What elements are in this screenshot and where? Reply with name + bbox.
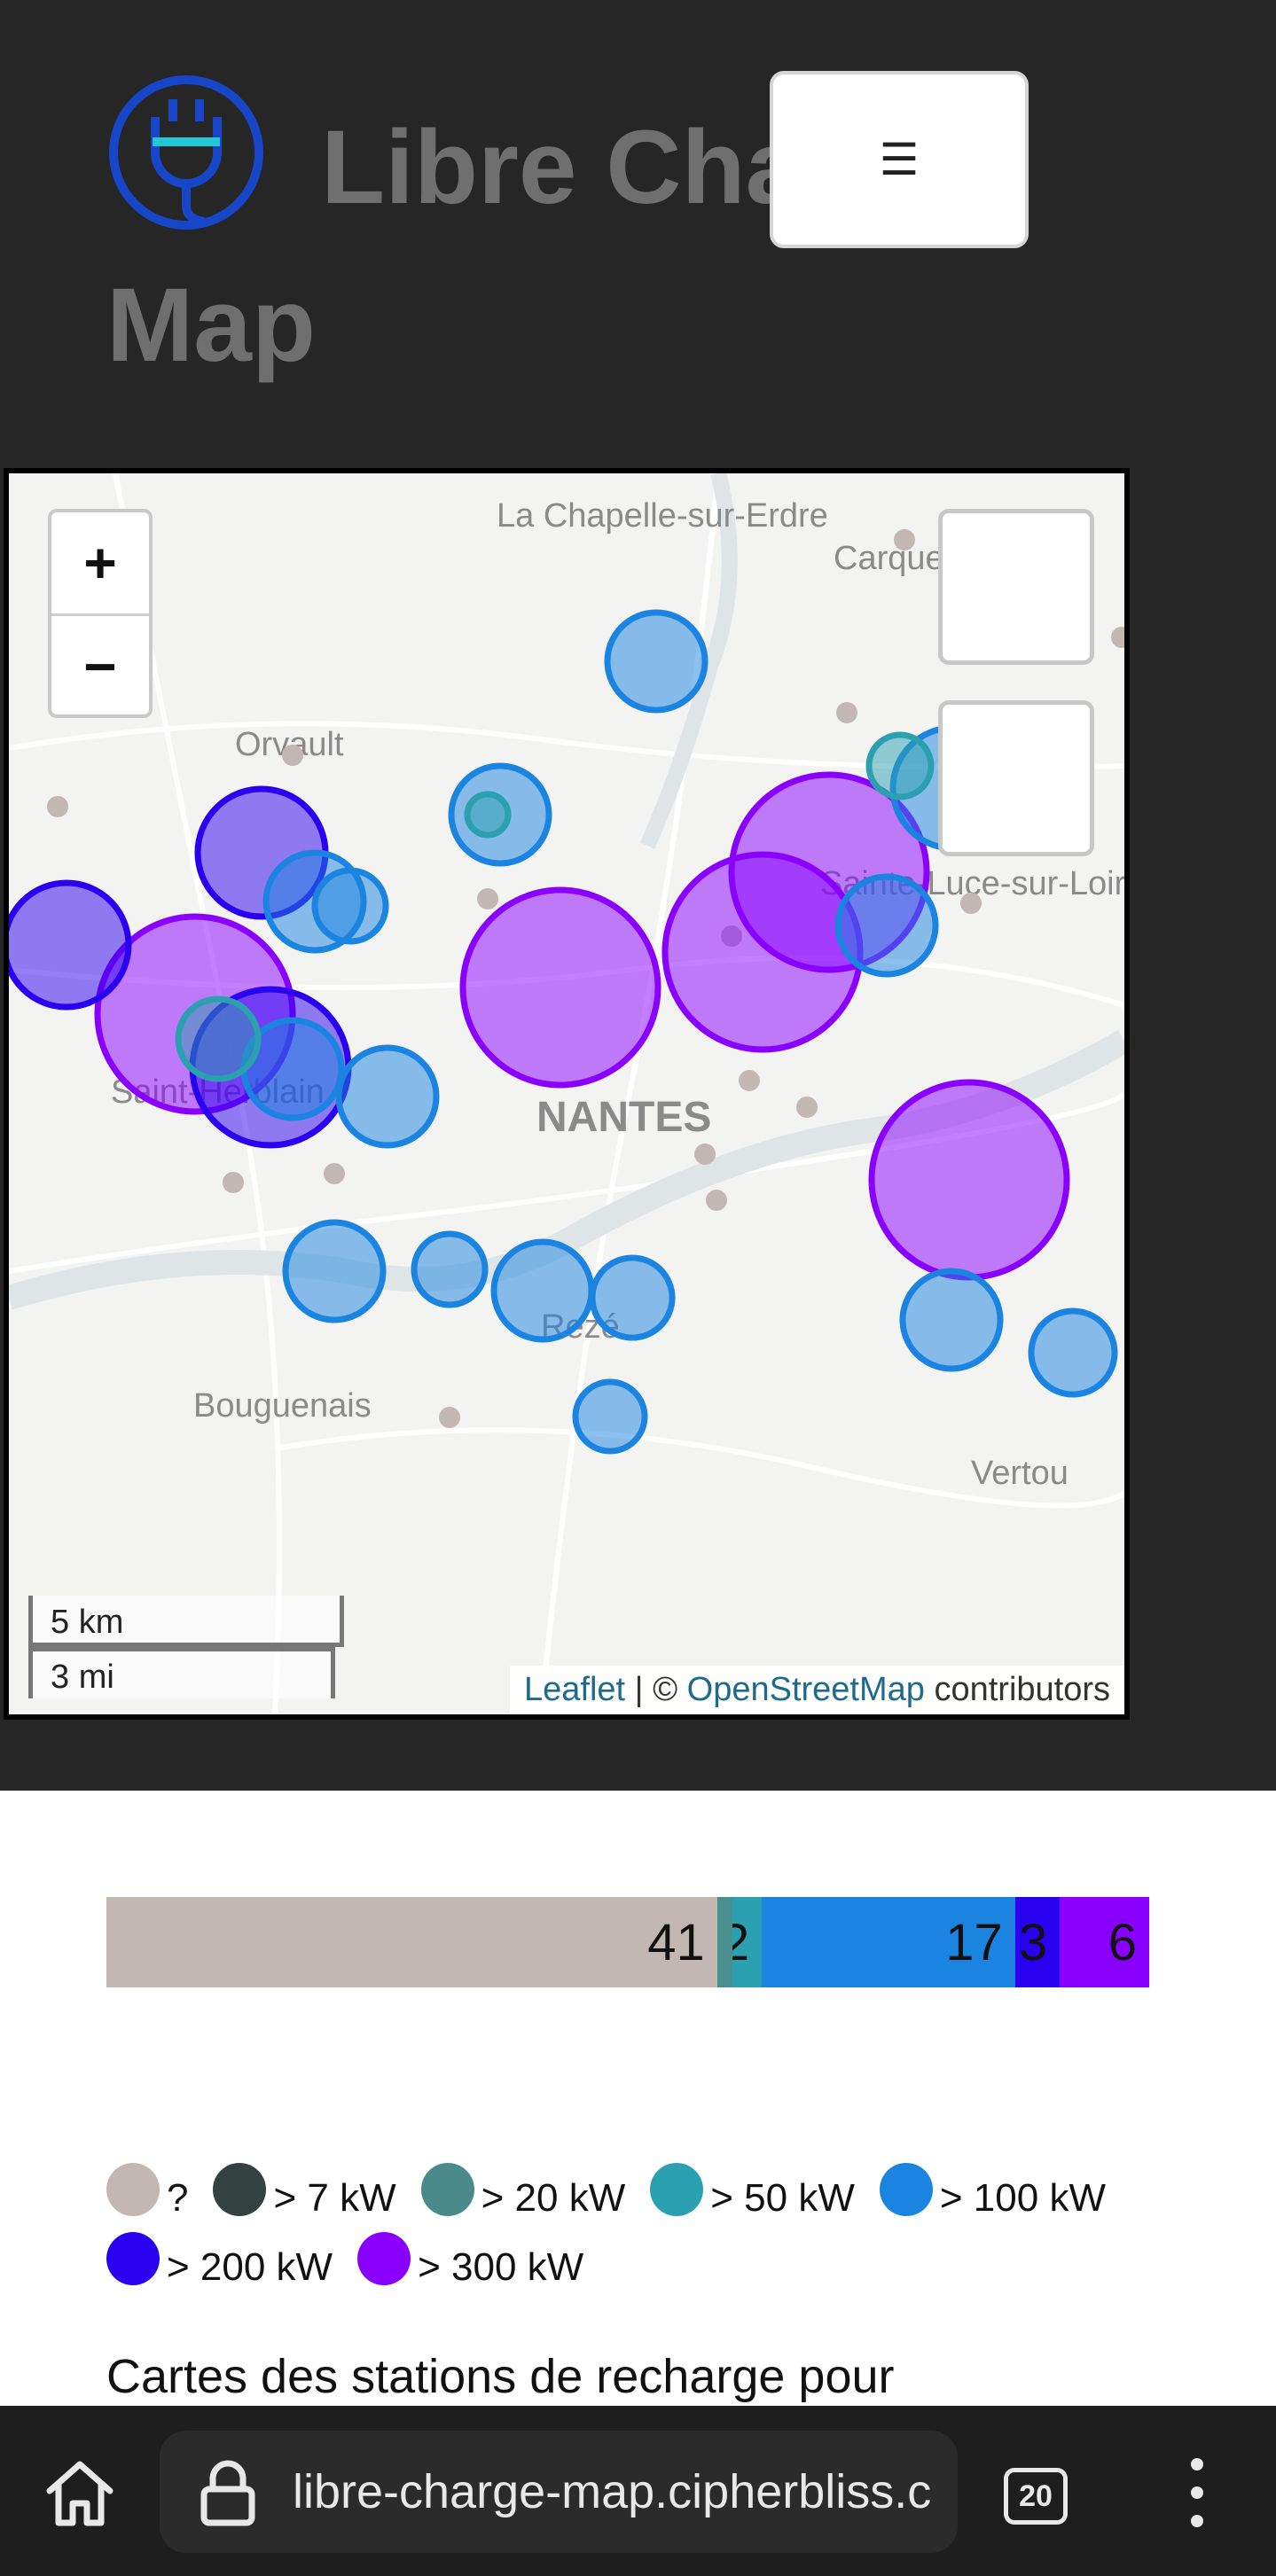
stats-segment: 6: [1060, 1897, 1149, 1987]
legend-label: > 100 kW: [939, 2176, 1106, 2220]
station-marker[interactable]: [464, 791, 512, 839]
map-view[interactable]: La Chapelle-sur-Erdre Carquefou Orvault …: [4, 468, 1130, 1720]
station-marker[interactable]: [9, 879, 132, 1011]
legend-item: > 7 kW: [213, 2163, 396, 2232]
legend-item: > 200 kW: [106, 2232, 333, 2301]
stats-segment: 3: [1014, 1897, 1061, 1987]
home-icon[interactable]: [39, 2452, 121, 2533]
legend-item: ?: [106, 2163, 188, 2232]
leaflet-link[interactable]: Leaflet: [524, 1671, 625, 1708]
zoom-in-button[interactable]: +: [51, 512, 149, 616]
legend-color-dot: [420, 2163, 474, 2216]
station-marker[interactable]: [865, 731, 935, 800]
map-control-button[interactable]: [938, 509, 1094, 665]
legend-item: > 20 kW: [420, 2163, 626, 2232]
map-attribution: Leaflet | © OpenStreetMap contributors: [510, 1666, 1124, 1714]
station-marker[interactable]: [739, 1070, 760, 1091]
place-label: Bouguenais: [193, 1387, 372, 1425]
more-menu-icon[interactable]: [1179, 2452, 1215, 2533]
place-label: Vertou: [971, 1455, 1069, 1492]
station-marker[interactable]: [868, 1079, 1070, 1281]
station-marker[interactable]: [439, 1407, 460, 1428]
place-label: NANTES: [536, 1094, 711, 1141]
zoom-out-button[interactable]: −: [51, 616, 149, 717]
legend-color-dot: [879, 2163, 933, 2216]
station-marker[interactable]: [706, 1190, 727, 1211]
stations-stats-bar: 41 2 17 3 6: [106, 1897, 1149, 1987]
station-marker[interactable]: [490, 1238, 595, 1343]
legend-label: > 300 kW: [418, 2245, 584, 2289]
station-marker[interactable]: [282, 745, 303, 766]
legend-label: > 7 kW: [273, 2176, 396, 2220]
osm-link[interactable]: OpenStreetMap: [687, 1671, 925, 1708]
description-text: Cartes des stations de recharge pour: [106, 2350, 895, 2403]
header-section: Libre Charge Map ☰ La Chapelle-sur-Erdre…: [0, 0, 1276, 1791]
stats-segment: 17: [762, 1897, 1015, 1987]
legend-label: > 20 kW: [481, 2176, 626, 2220]
station-marker[interactable]: [1111, 627, 1124, 648]
station-marker[interactable]: [894, 529, 915, 550]
station-marker[interactable]: [796, 1097, 818, 1118]
station-marker[interactable]: [282, 1219, 387, 1323]
scale-bar: 5 km 3 mi: [28, 1596, 356, 1698]
legend-label: > 50 kW: [710, 2176, 855, 2220]
station-marker[interactable]: [604, 609, 708, 714]
legend-item: > 300 kW: [357, 2232, 583, 2301]
station-marker[interactable]: [589, 1254, 676, 1341]
station-marker[interactable]: [834, 873, 939, 978]
station-marker[interactable]: [411, 1230, 489, 1308]
stats-segment: [716, 1897, 732, 1987]
station-marker[interactable]: [335, 1044, 440, 1149]
address-bar[interactable]: libre-charge-map.cipherbliss.c: [160, 2431, 958, 2553]
attribution-suffix: contributors: [924, 1671, 1110, 1708]
menu-button[interactable]: ☰: [770, 71, 1029, 248]
legend-label: > 200 kW: [167, 2245, 333, 2289]
map-control-button[interactable]: [938, 700, 1094, 856]
legend-color-dot: [106, 2232, 160, 2285]
station-marker[interactable]: [47, 796, 68, 817]
stats-segment: 2: [732, 1897, 763, 1987]
browser-toolbar: libre-charge-map.cipherbliss.c 20: [0, 2406, 1276, 2576]
station-marker[interactable]: [836, 702, 857, 723]
station-marker[interactable]: [960, 893, 982, 914]
legend-color-dot: [106, 2163, 160, 2216]
legend-item: > 100 kW: [879, 2163, 1106, 2232]
scale-mi: 3 mi: [28, 1647, 335, 1698]
station-marker[interactable]: [899, 1268, 1004, 1372]
attribution-separator: | ©: [625, 1671, 687, 1708]
station-marker[interactable]: [324, 1163, 345, 1184]
lock-icon: [200, 2460, 255, 2526]
legend-label: ?: [167, 2176, 189, 2220]
station-marker[interactable]: [223, 1172, 244, 1193]
station-marker[interactable]: [459, 886, 661, 1089]
station-marker[interactable]: [477, 888, 498, 909]
station-marker[interactable]: [694, 1144, 716, 1165]
legend-item: > 50 kW: [650, 2163, 855, 2232]
station-marker[interactable]: [175, 995, 262, 1082]
power-legend: ? > 7 kW > 20 kW > 50 kW > 100 kW > 200 kW > 3…: [106, 2163, 1170, 2301]
zoom-control: + −: [48, 509, 153, 718]
tab-count-button[interactable]: 20: [1004, 2468, 1068, 2525]
url-text[interactable]: libre-charge-map.cipherbliss.c: [293, 2431, 931, 2553]
legend-color-dot: [357, 2232, 411, 2285]
scale-km: 5 km: [28, 1596, 344, 1647]
stats-segment: 41: [106, 1897, 717, 1987]
legend-color-dot: [650, 2163, 704, 2216]
station-marker[interactable]: [572, 1378, 648, 1455]
station-marker[interactable]: [311, 867, 389, 945]
legend-color-dot: [213, 2163, 267, 2216]
place-label: La Chapelle-sur-Erdre: [497, 497, 828, 535]
station-marker[interactable]: [1028, 1308, 1118, 1398]
